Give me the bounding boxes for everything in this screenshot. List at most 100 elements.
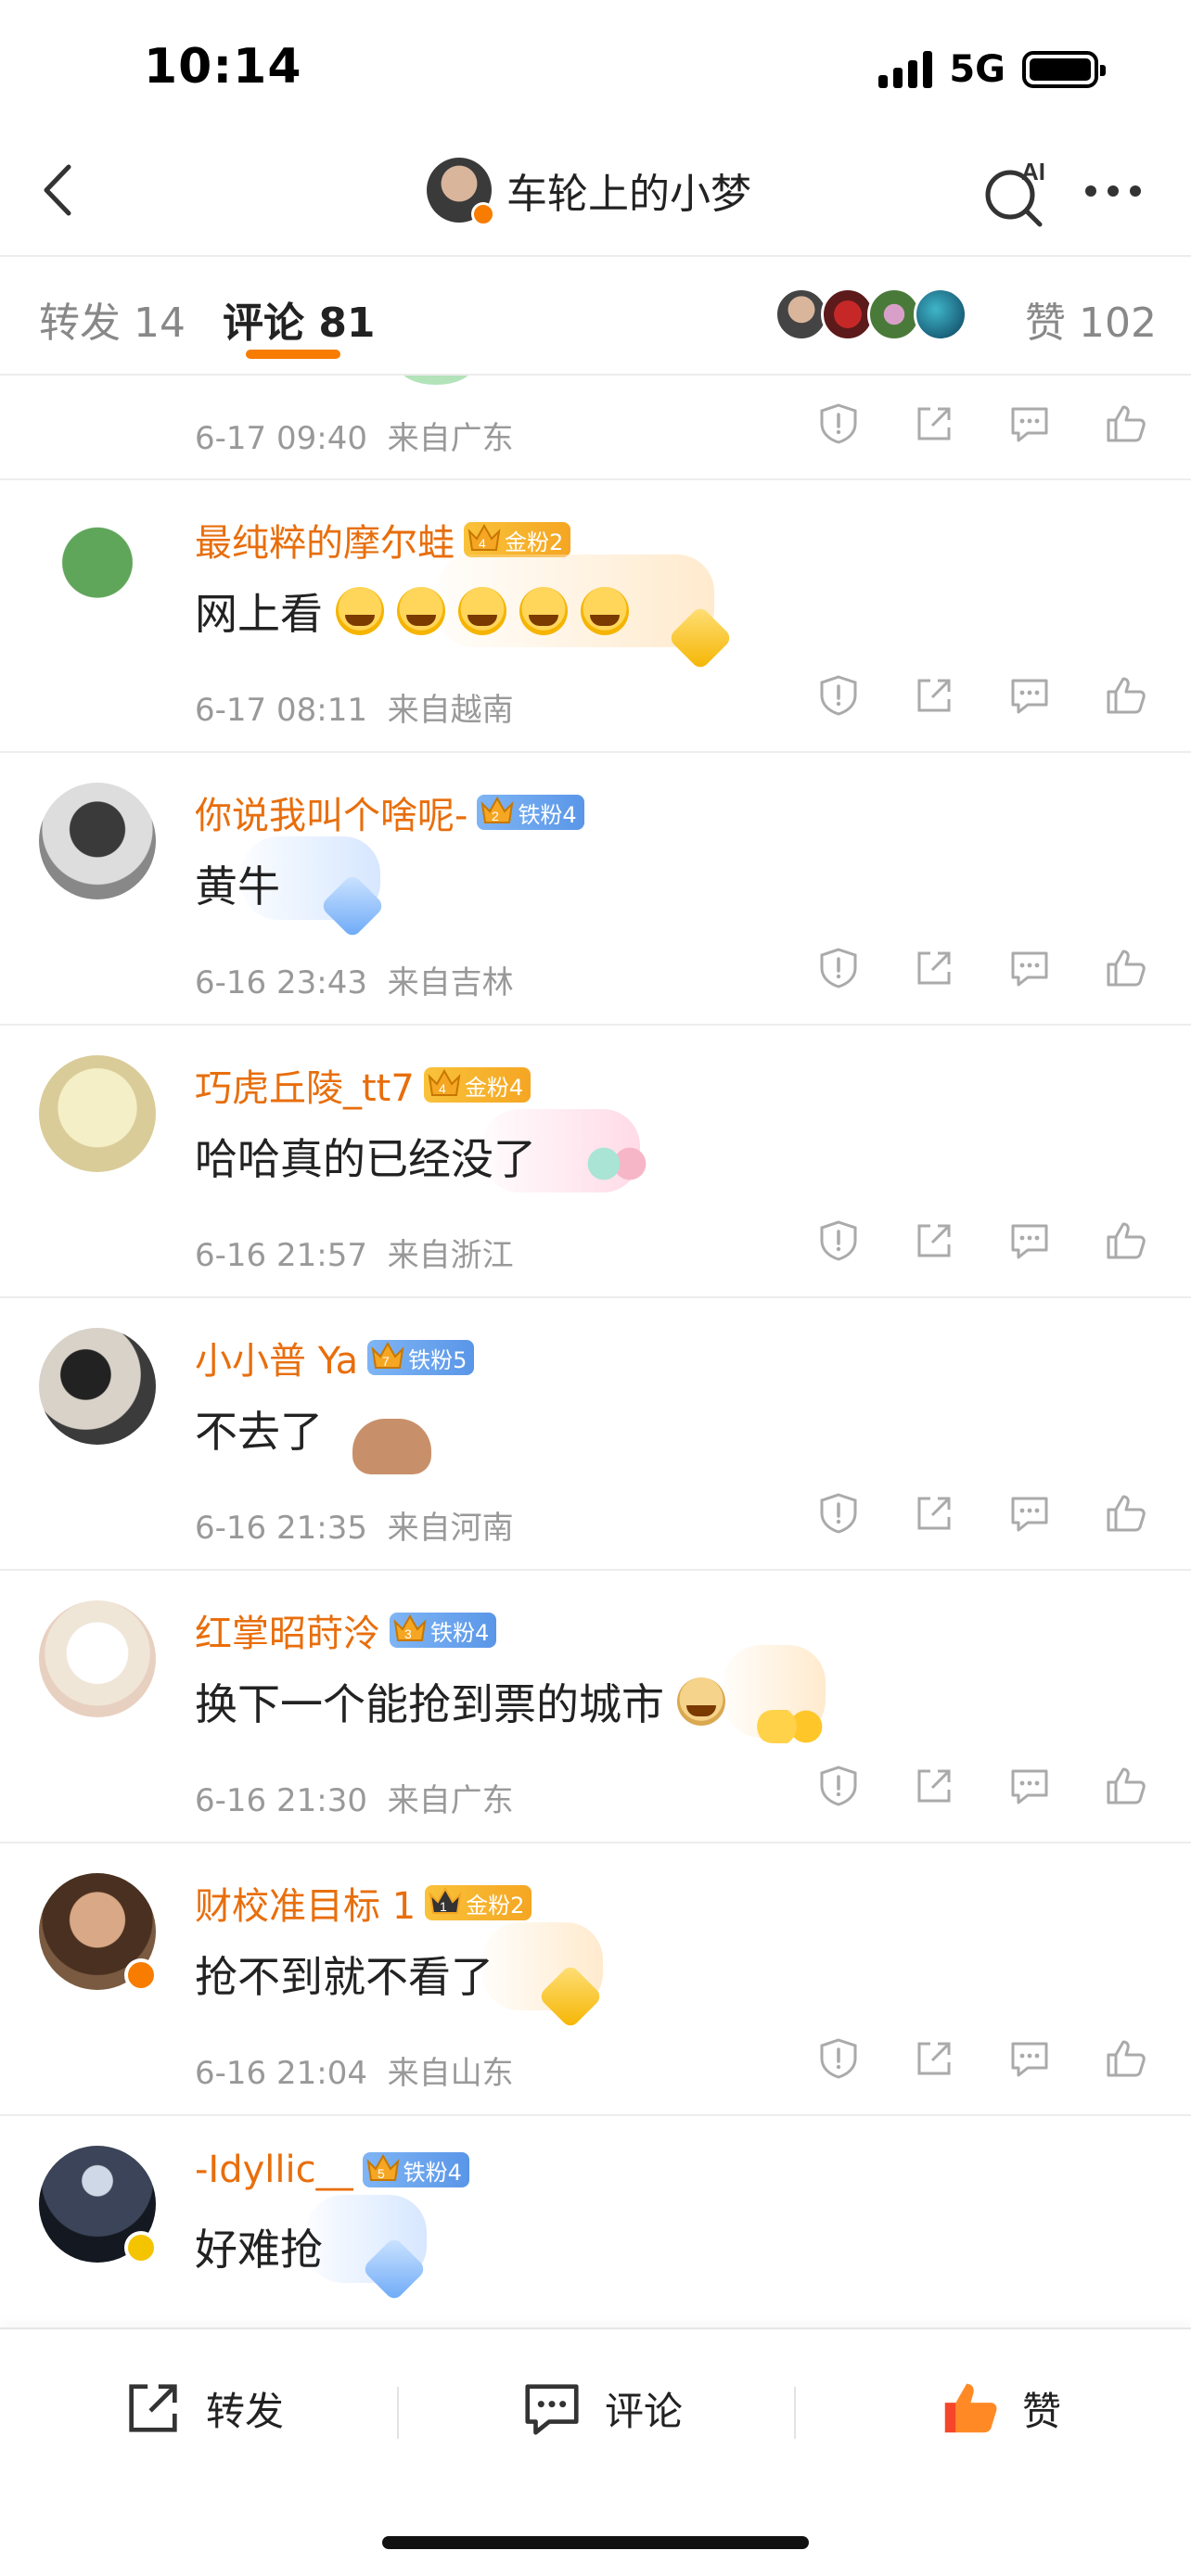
username[interactable]: -Idyllic__ [195,2149,353,2191]
like-icon[interactable] [1103,2036,1147,2081]
like-button[interactable]: 赞 [937,2376,1061,2441]
comment-location: 来自山东 [387,2055,514,2092]
reply-icon[interactable] [1007,1764,1052,1808]
repost-button[interactable]: 转发 [121,2376,284,2441]
reply-icon[interactable] [1007,946,1052,990]
share-icon[interactable] [912,946,956,990]
divider [397,2387,399,2439]
capybara-sticker-icon [352,1419,431,1474]
comment-meta: 6-17 09:40 来自广东 [195,413,514,458]
author-avatar[interactable] [427,158,495,226]
laughing-crying-emoji-icon [397,587,445,635]
comment-time: 6-16 21:57 [195,1237,367,1274]
profile-header[interactable]: 车轮上的小梦 [427,158,751,226]
username[interactable]: 最纯粹的摩尔蛙 [195,513,455,567]
report-icon[interactable] [816,1491,861,1536]
share-icon[interactable] [912,673,956,718]
report-icon[interactable] [816,946,861,990]
share-icon[interactable] [912,402,956,446]
more-icon[interactable] [1085,185,1141,197]
like-label: 赞 [1022,2388,1062,2434]
fan-badge[interactable]: 4 金粉4 [423,1067,531,1103]
svg-text:1: 1 [440,1899,447,1914]
fan-badge[interactable]: 1 金粉2 [425,1885,532,1920]
reply-icon[interactable] [1007,402,1052,446]
user-avatar[interactable] [39,1328,156,1445]
crown-icon: 4 [467,523,501,551]
like-icon[interactable] [1103,402,1147,446]
username[interactable]: 财校准目标 1 [195,1876,416,1930]
report-icon[interactable] [816,1218,861,1263]
network-type: 5G [949,48,1005,91]
crown-icon: 7 [371,1341,404,1369]
active-tab-indicator [246,350,340,359]
comment-item: 你说我叫个啥呢- 2 铁粉4 黄牛 6-16 23:43 来自吉林 [0,753,1191,1026]
fan-badge-label: 铁粉4 [430,1619,490,1646]
reply-icon[interactable] [1007,2036,1052,2081]
share-icon[interactable] [912,1764,956,1808]
author-name[interactable]: 车轮上的小梦 [506,160,751,220]
liker-avatars[interactable] [775,287,967,341]
comment-item: 红掌昭莳泠 3 铁粉4 换下一个能抢到票的城市 6-16 21:30 来自广东 [0,1571,1191,1843]
username[interactable]: 红掌昭莳泠 [195,1603,380,1657]
home-indicator[interactable] [382,2536,809,2549]
reply-icon[interactable] [1007,1491,1052,1536]
back-icon[interactable] [28,158,93,223]
comment-time: 6-16 21:35 [195,1510,367,1547]
like-filled-icon [944,2383,997,2433]
comment-item: 巧虎丘陵_tt7 4 金粉4 哈哈真的已经没了 6-16 21:57 来自浙江 [0,1026,1191,1298]
svg-text:4: 4 [439,1081,446,1096]
reply-icon[interactable] [1007,1218,1052,1263]
comment-location: 来自河南 [387,1510,514,1547]
fan-badge[interactable]: 2 铁粉4 [477,795,584,830]
battery-icon [1022,51,1106,88]
report-icon[interactable] [816,2036,861,2081]
fan-badge-label: 铁粉5 [408,1346,467,1373]
like-icon[interactable] [1103,1491,1147,1536]
like-icon[interactable] [1103,673,1147,718]
user-avatar[interactable] [39,2146,158,2264]
comment-location: 来自广东 [387,1782,514,1819]
share-icon[interactable] [912,1491,956,1536]
like-icon[interactable] [1103,1218,1147,1263]
username[interactable]: 巧虎丘陵_tt7 [195,1058,415,1112]
fan-badge[interactable]: 5 铁粉4 [362,2152,469,2187]
report-icon[interactable] [816,673,861,718]
share-icon[interactable] [912,2036,956,2081]
reply-icon[interactable] [1007,673,1052,718]
tab-repost[interactable]: 转发 14 [39,289,186,349]
tab-likes[interactable]: 赞 102 [1025,289,1157,349]
comment-button[interactable]: 评论 [519,2376,683,2441]
user-avatar[interactable] [39,510,156,627]
comment-text: 哈哈真的已经没了 [195,1126,536,1187]
user-avatar[interactable] [39,783,156,899]
comment-list[interactable]: 6-17 09:40 来自广东 最纯粹的摩尔蛙 4 金粉2 网上看 6-17 0… [0,376,1191,2323]
user-avatar[interactable] [39,1600,156,1717]
tab-comment[interactable]: 评论 81 [223,289,376,349]
comment-text-content: 换下一个能抢到票的城市 [195,1679,664,1729]
like-icon[interactable] [1103,946,1147,990]
status-indicators: 5G [878,48,1106,91]
comment-item-partial: 6-17 09:40 来自广东 [0,376,1191,480]
user-avatar[interactable] [39,1055,156,1172]
user-avatar[interactable] [39,1873,158,1992]
like-icon[interactable] [1103,1764,1147,1808]
comment-time: 6-16 21:30 [195,1782,367,1819]
share-icon [129,2384,177,2432]
comment-meta: 6-16 21:57 来自浙江 [195,1230,514,1275]
report-icon[interactable] [816,402,861,446]
fan-badge[interactable]: 7 铁粉5 [367,1340,475,1375]
fan-badge-label: 金粉2 [505,529,564,555]
username[interactable]: 小小普 Ya [195,1331,358,1384]
username[interactable]: 你说我叫个啥呢- [195,785,467,839]
crown-icon: 2 [480,796,514,823]
comment-time: 6-17 08:11 [195,692,367,729]
fan-badge-label: 金粉2 [466,1892,525,1919]
comment-text: 不去了 [195,1398,323,1460]
ai-search-icon[interactable]: AI [979,156,1053,230]
fan-badge[interactable]: 3 铁粉4 [390,1613,497,1648]
report-icon[interactable] [816,1764,861,1808]
fan-badge[interactable]: 4 金粉2 [464,522,571,557]
comment-actions [816,1764,1147,1808]
share-icon[interactable] [912,1218,956,1263]
